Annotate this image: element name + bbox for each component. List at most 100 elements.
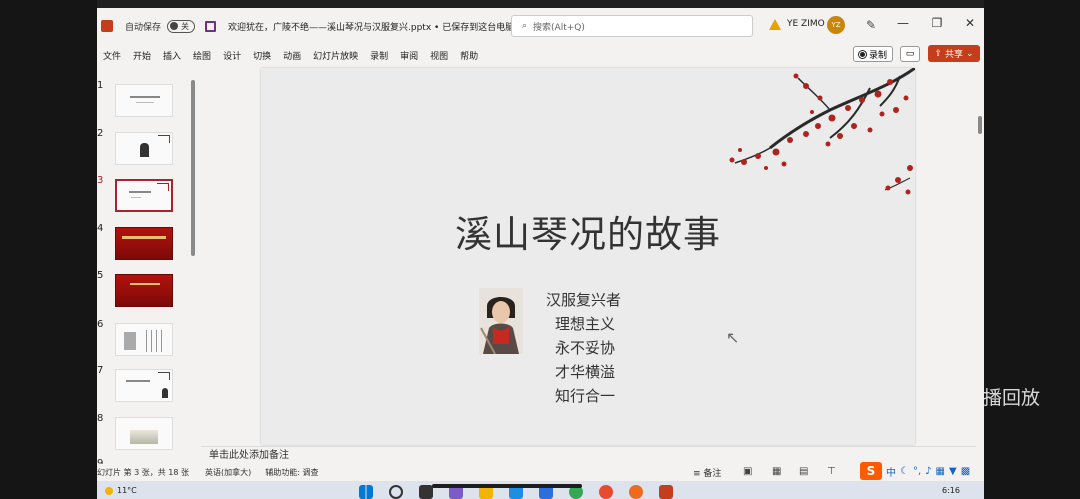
status-bar: 幻灯片 第 3 张，共 18 张 英语(加拿大) 辅助功能: 调查	[97, 464, 984, 481]
powerpoint-window: 自动保存 关 欢迎犹在，广陵不绝——溪山琴况与汉服复兴.pptx • 已保存到这…	[97, 8, 984, 499]
tagline-item: 才华横溢	[555, 363, 616, 381]
thumbnail-slide-7[interactable]	[115, 369, 173, 402]
thumbnail-slide-2[interactable]	[115, 132, 173, 165]
save-icon[interactable]	[205, 20, 217, 32]
accessibility-indicator[interactable]: 辅助功能: 调查	[265, 467, 318, 478]
search-icon[interactable]	[389, 485, 403, 499]
thumbnail-number: 3	[97, 175, 104, 186]
tab-review[interactable]: 审阅	[400, 49, 418, 62]
sun-icon	[105, 486, 113, 495]
thumbnail-item[interactable]: 4	[97, 223, 197, 263]
maximize-icon[interactable]: ❐	[927, 16, 947, 30]
language-indicator[interactable]: 英语(加拿大)	[205, 467, 251, 478]
thumbnail-item[interactable]: 6	[97, 319, 197, 359]
thumbnail-slide-5[interactable]	[115, 274, 173, 307]
scrollbar-thumb[interactable]	[978, 116, 982, 134]
tagline-item: 汉服复兴者	[546, 291, 622, 309]
avatar[interactable]: YZ	[827, 16, 845, 34]
tab-file[interactable]: 文件	[103, 49, 121, 62]
powerpoint-logo-icon	[101, 20, 113, 32]
clock[interactable]: 6:16	[942, 486, 960, 495]
hanfu-figure-portrait[interactable]	[479, 288, 523, 354]
powerpoint-taskbar-icon[interactable]	[659, 485, 673, 499]
ime-toolbar[interactable]: S 中 ☾ °, ♪ ▦ ▼ ▩	[860, 462, 970, 480]
minimize-icon[interactable]: —	[893, 16, 913, 30]
notes-icon: ≡	[693, 469, 704, 479]
tab-help[interactable]: 帮助	[460, 49, 478, 62]
tab-animations[interactable]: 动画	[283, 49, 301, 62]
record-button[interactable]: 录制	[853, 46, 894, 62]
slide-sorter-icon[interactable]: ▦	[772, 466, 781, 477]
tab-insert[interactable]: 插入	[163, 49, 181, 62]
autosave-label: 自动保存	[125, 22, 162, 33]
document-title[interactable]: 欢迎犹在，广陵不绝——溪山琴况与汉服复兴.pptx • 已保存到这台电脑 ⌄	[228, 20, 525, 33]
slide-title[interactable]: 溪山琴况的故事	[261, 204, 915, 258]
tagline-list[interactable]: 汉服复兴者 理想主义 永不妥协 才华横溢 知行合一	[546, 288, 621, 408]
shirt-icon[interactable]: ▼	[949, 466, 957, 477]
autosave-toggle[interactable]: 关	[167, 19, 196, 33]
tagline-item: 知行合一	[555, 387, 616, 405]
thumbnail-item[interactable]: 2	[97, 128, 197, 168]
notes-button[interactable]: ≡ 备注	[693, 466, 721, 479]
search-input[interactable]: ⌕ 搜索(Alt+Q)	[511, 15, 753, 37]
thumbnail-item[interactable]: 1	[97, 80, 197, 120]
tab-record[interactable]: 录制	[370, 49, 388, 62]
thumbnail-slide-1[interactable]	[115, 84, 173, 117]
thumbnail-slide-6[interactable]	[115, 323, 173, 356]
windows-start-icon[interactable]	[359, 485, 373, 499]
comment-button[interactable]: ▭	[900, 46, 920, 62]
slide-canvas[interactable]: 溪山琴况的故事 汉服复兴者 理想主义 永不妥协 才华横溢 知行合一 ↖	[261, 68, 915, 445]
keyboard-icon[interactable]: ▦	[936, 466, 945, 477]
share-button[interactable]: ⇪ 共享 ⌄	[928, 45, 980, 62]
thumbnail-item[interactable]: 5	[97, 270, 197, 310]
tab-design[interactable]: 设计	[223, 49, 241, 62]
tab-transitions[interactable]: 切换	[253, 49, 271, 62]
thumbnail-slide-3-selected[interactable]	[115, 179, 173, 212]
reading-view-icon[interactable]: ▤	[799, 466, 808, 477]
pen-icon[interactable]: ✎	[866, 18, 876, 32]
thumbnail-number: 5	[97, 270, 104, 281]
thumbnail-number: 4	[97, 223, 104, 234]
thumbnail-item[interactable]: 3	[97, 175, 197, 215]
thumbnail-slide-8[interactable]	[115, 417, 173, 450]
thumbnail-slide-4[interactable]	[115, 227, 173, 260]
warning-icon[interactable]	[769, 19, 781, 30]
moon-icon[interactable]: ☾	[900, 466, 909, 477]
toggle-knob	[170, 22, 179, 30]
record-label: 录制	[869, 50, 888, 61]
thumbnail-number: 2	[97, 128, 104, 139]
tab-slideshow[interactable]: 幻灯片放映	[313, 49, 358, 62]
temperature: 11°C	[117, 486, 137, 495]
firefox-icon[interactable]	[629, 485, 643, 499]
ime-mode[interactable]: 中	[886, 464, 896, 479]
tab-home[interactable]: 开始	[133, 49, 151, 62]
top-letterbox	[97, 0, 984, 8]
normal-view-icon[interactable]: ▣	[743, 466, 752, 477]
tab-draw[interactable]: 绘图	[193, 49, 211, 62]
thumbnail-number: 1	[97, 80, 104, 91]
thumbnail-number: 7	[97, 365, 104, 376]
slide-scrollbar[interactable]	[976, 68, 984, 448]
thumbnail-number: 8	[97, 413, 104, 424]
close-icon[interactable]: ✕	[960, 16, 980, 30]
video-progress-bar[interactable]	[432, 484, 582, 488]
search-placeholder: 搜索(Alt+Q)	[533, 22, 585, 33]
notes-label: 备注	[703, 469, 722, 479]
thumbnail-item[interactable]: 8	[97, 413, 197, 453]
presenter-view-icon[interactable]: ⊤	[827, 466, 836, 477]
punctuation-icon[interactable]: °,	[913, 466, 921, 477]
autosave-state: 关	[181, 21, 190, 31]
user-name[interactable]: YE ZIMO	[787, 19, 825, 29]
grid-icon[interactable]: ▩	[961, 466, 970, 477]
thumbnail-scrollbar[interactable]	[191, 80, 195, 256]
search-icon: ⌕	[522, 21, 528, 31]
tab-view[interactable]: 视图	[430, 49, 448, 62]
weather-widget[interactable]: 11°C	[105, 486, 137, 495]
browser-icon[interactable]	[599, 485, 613, 499]
microphone-icon[interactable]: ♪	[925, 466, 931, 477]
slide-counter: 幻灯片 第 3 张，共 18 张	[97, 468, 189, 477]
task-view-icon[interactable]	[419, 485, 433, 499]
thumbnail-number: 6	[97, 319, 104, 330]
share-icon: ⇪	[934, 48, 942, 59]
thumbnail-item[interactable]: 7	[97, 365, 197, 405]
